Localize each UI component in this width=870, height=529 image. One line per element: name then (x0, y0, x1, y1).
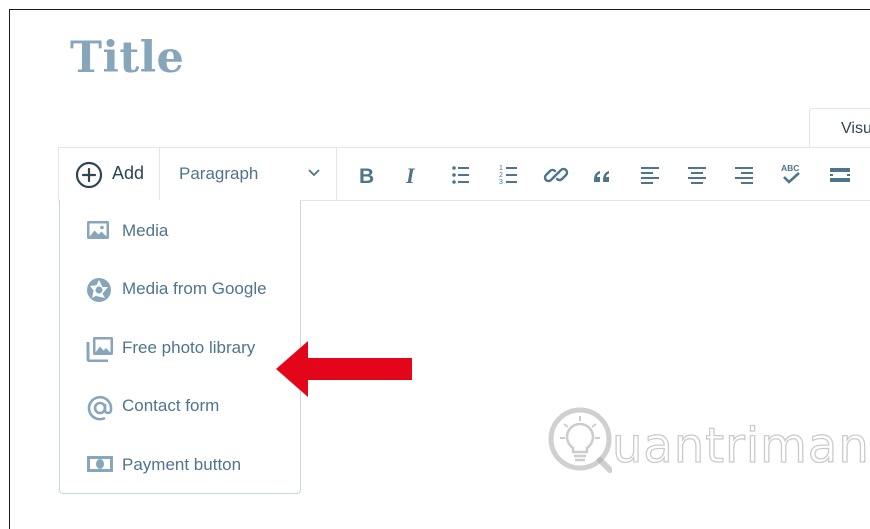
menu-item-label: Free photo library (122, 338, 256, 357)
more-button[interactable] (825, 160, 855, 190)
format-select-value: Paragraph (179, 164, 259, 183)
align-center-button[interactable] (682, 160, 712, 190)
align-center-icon (688, 167, 706, 184)
bold-icon: B (359, 165, 374, 188)
svg-text:2: 2 (499, 172, 503, 179)
post-title[interactable]: Title (70, 33, 184, 83)
menu-item-contact-form[interactable]: Contact form (60, 385, 300, 425)
link-icon (543, 167, 569, 183)
camera-aperture-icon (87, 278, 111, 302)
menu-item-payment-button[interactable]: Payment button (60, 444, 300, 484)
menu-item-media[interactable]: Media (60, 210, 300, 250)
lightbulb-logo-icon (548, 407, 612, 473)
menu-item-free-photo-library[interactable]: Free photo library (60, 327, 300, 367)
blockquote-icon (594, 171, 609, 182)
spellcheck-button[interactable]: ABC (777, 160, 807, 190)
at-sign-icon (87, 395, 113, 421)
tab-visual-label: Visu (841, 120, 870, 137)
link-button[interactable] (541, 160, 571, 190)
add-button-label: Add (112, 163, 145, 183)
watermark-text: uantrimang (611, 417, 870, 474)
photo-library-icon (86, 337, 113, 362)
spellcheck-icon: ABC (781, 163, 800, 184)
align-right-icon (735, 167, 753, 184)
menu-item-label: Media from Google (122, 279, 267, 298)
format-select[interactable]: Paragraph (160, 148, 337, 200)
menu-item-label: Payment button (122, 455, 242, 474)
editor-toolbar: Add Paragraph B I 123 ABC (58, 147, 870, 201)
add-button[interactable]: Add (59, 148, 160, 200)
align-left-icon (641, 167, 659, 184)
bold-button[interactable]: B (351, 160, 381, 190)
italic-icon: I (405, 163, 416, 188)
spellcheck-icon-text: ABC (781, 163, 799, 173)
tab-visual[interactable]: Visu (809, 108, 870, 148)
svg-text:B: B (359, 165, 374, 188)
numbered-list-icon: 123 (499, 165, 517, 186)
bullet-list-icon (452, 166, 469, 184)
read-more-icon (830, 168, 850, 182)
svg-text:3: 3 (499, 179, 503, 186)
svg-text:I: I (405, 163, 416, 188)
image-icon (87, 221, 109, 239)
plus-circle-icon (75, 161, 103, 189)
menu-item-label: Media (122, 221, 169, 240)
blockquote-button[interactable] (587, 160, 617, 190)
align-right-button[interactable] (729, 160, 759, 190)
menu-item-media-from-google[interactable]: Media from Google (60, 268, 300, 308)
menu-item-label: Contact form (122, 396, 220, 415)
bullet-list-button[interactable] (445, 160, 475, 190)
red-arrow-icon (276, 341, 412, 397)
add-dropdown-menu: Media Media from Google Free photo libra… (59, 200, 301, 494)
align-left-button[interactable] (635, 160, 665, 190)
svg-text:1: 1 (499, 165, 503, 172)
italic-button[interactable]: I (397, 160, 427, 190)
chevron-down-icon (308, 169, 320, 177)
numbered-list-button[interactable]: 123 (493, 160, 523, 190)
money-icon (87, 456, 113, 472)
